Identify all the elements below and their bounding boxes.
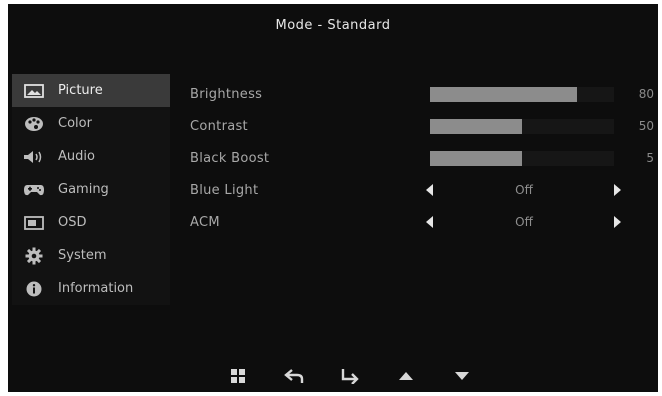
sidebar-item-label: Audio: [58, 149, 95, 164]
brightness-row[interactable]: Brightness 80: [190, 78, 660, 110]
sidebar-item-information[interactable]: Information: [12, 272, 170, 305]
blue-light-row[interactable]: Blue Light Off: [190, 174, 660, 206]
brightness-fill: [430, 86, 578, 102]
brightness-value: 80: [638, 87, 654, 101]
blue-light-right-arrow-icon[interactable]: [614, 184, 621, 196]
footer-keys: [8, 358, 658, 392]
acm-left-arrow-icon[interactable]: [426, 216, 433, 228]
sidebar-item-picture[interactable]: Picture: [12, 74, 170, 107]
sidebar-item-label: Information: [58, 281, 134, 296]
sidebar-item-label: System: [58, 248, 107, 263]
black-boost-slider[interactable]: [430, 150, 614, 166]
acm-right-arrow-icon[interactable]: [614, 216, 621, 228]
up-arrow-icon[interactable]: [392, 366, 420, 386]
sidebar-item-label: OSD: [58, 215, 87, 230]
black-boost-row[interactable]: Black Boost 5: [190, 142, 660, 174]
speaker-icon: [22, 148, 46, 166]
acm-row[interactable]: ACM Off: [190, 206, 660, 238]
contrast-value: 50: [638, 119, 654, 133]
gamepad-icon: [22, 181, 46, 199]
osd-icon: [22, 214, 46, 232]
picture-icon: [22, 82, 46, 100]
sidebar-item-gaming[interactable]: Gaming: [12, 173, 170, 206]
acm-value: Off: [515, 215, 533, 229]
info-icon: [22, 280, 46, 298]
back-icon[interactable]: [280, 366, 308, 386]
sidebar-item-label: Picture: [58, 83, 103, 98]
osd-screen: Mode - Standard Picture Color Audio Gami…: [8, 4, 658, 392]
black-boost-fill: [430, 150, 522, 166]
blue-light-value: Off: [515, 183, 533, 197]
brightness-label: Brightness: [190, 86, 263, 102]
brightness-slider[interactable]: [430, 86, 614, 102]
blue-light-label: Blue Light: [190, 182, 259, 198]
black-boost-label: Black Boost: [190, 150, 270, 166]
sidebar-item-label: Gaming: [58, 182, 109, 197]
contrast-label: Contrast: [190, 118, 248, 134]
mode-title: Mode - Standard: [275, 18, 391, 33]
palette-icon: [22, 115, 46, 133]
blue-light-left-arrow-icon[interactable]: [426, 184, 433, 196]
sidebar-item-label: Color: [58, 116, 92, 131]
gear-icon: [22, 247, 46, 265]
settings-panel: Brightness 80 Contrast 50 Black Boost 5 …: [190, 78, 660, 238]
contrast-fill: [430, 118, 522, 134]
acm-label: ACM: [190, 214, 220, 230]
enter-icon[interactable]: [336, 366, 364, 386]
black-boost-value: 5: [646, 151, 654, 165]
sidebar-item-color[interactable]: Color: [12, 107, 170, 140]
sidebar-item-audio[interactable]: Audio: [12, 140, 170, 173]
sidebar-item-system[interactable]: System: [12, 239, 170, 272]
menu-grid-icon[interactable]: [224, 366, 252, 386]
contrast-slider[interactable]: [430, 118, 614, 134]
contrast-row[interactable]: Contrast 50: [190, 110, 660, 142]
sidebar-menu: Picture Color Audio Gaming OSD System In…: [12, 74, 170, 305]
down-arrow-icon[interactable]: [448, 366, 476, 386]
sidebar-item-osd[interactable]: OSD: [12, 206, 170, 239]
